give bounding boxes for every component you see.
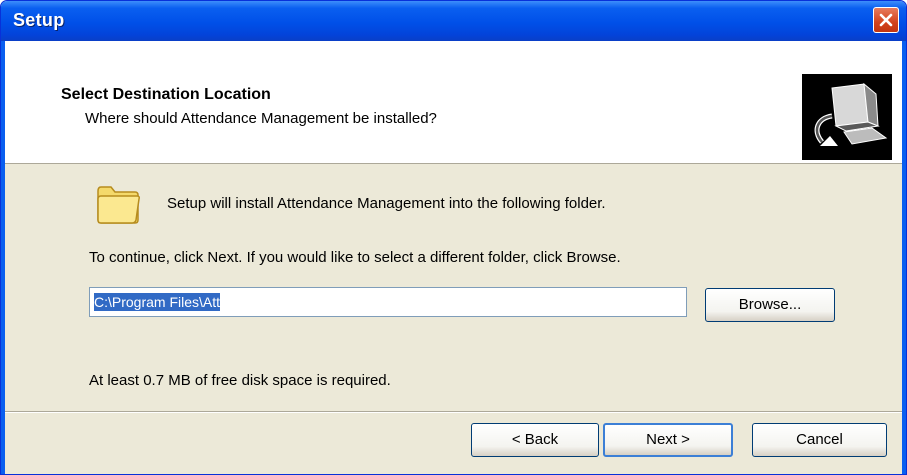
wizard-content: Setup will install Attendance Management… — [5, 164, 902, 392]
install-description: Setup will install Attendance Management… — [167, 195, 606, 212]
disk-space-requirement: At least 0.7 MB of free disk space is re… — [89, 372, 391, 389]
wizard-header: Select Destination Location Where should… — [5, 41, 902, 164]
window-frame-right — [902, 41, 906, 474]
window-title: Setup — [13, 10, 65, 30]
cancel-button[interactable]: Cancel — [752, 423, 887, 457]
browse-button[interactable]: Browse... — [705, 288, 835, 322]
title-bar[interactable]: Setup — [1, 1, 906, 41]
page-subtitle: Where should Attendance Management be in… — [85, 110, 437, 127]
continue-instructions: To continue, click Next. If you would li… — [89, 249, 621, 266]
setup-window: Setup Select Destination Location Where … — [0, 0, 907, 475]
next-button[interactable]: Next > — [603, 423, 733, 457]
page-title: Select Destination Location — [61, 86, 271, 103]
close-button[interactable] — [873, 7, 899, 33]
back-button[interactable]: < Back — [471, 423, 599, 457]
folder-icon — [95, 181, 141, 230]
footer-divider — [5, 411, 902, 413]
destination-path-value: C:\Program Files\Att — [94, 293, 221, 311]
destination-path-input[interactable]: C:\Program Files\Att — [89, 287, 687, 317]
close-icon — [879, 13, 893, 27]
computer-install-icon — [802, 74, 892, 160]
